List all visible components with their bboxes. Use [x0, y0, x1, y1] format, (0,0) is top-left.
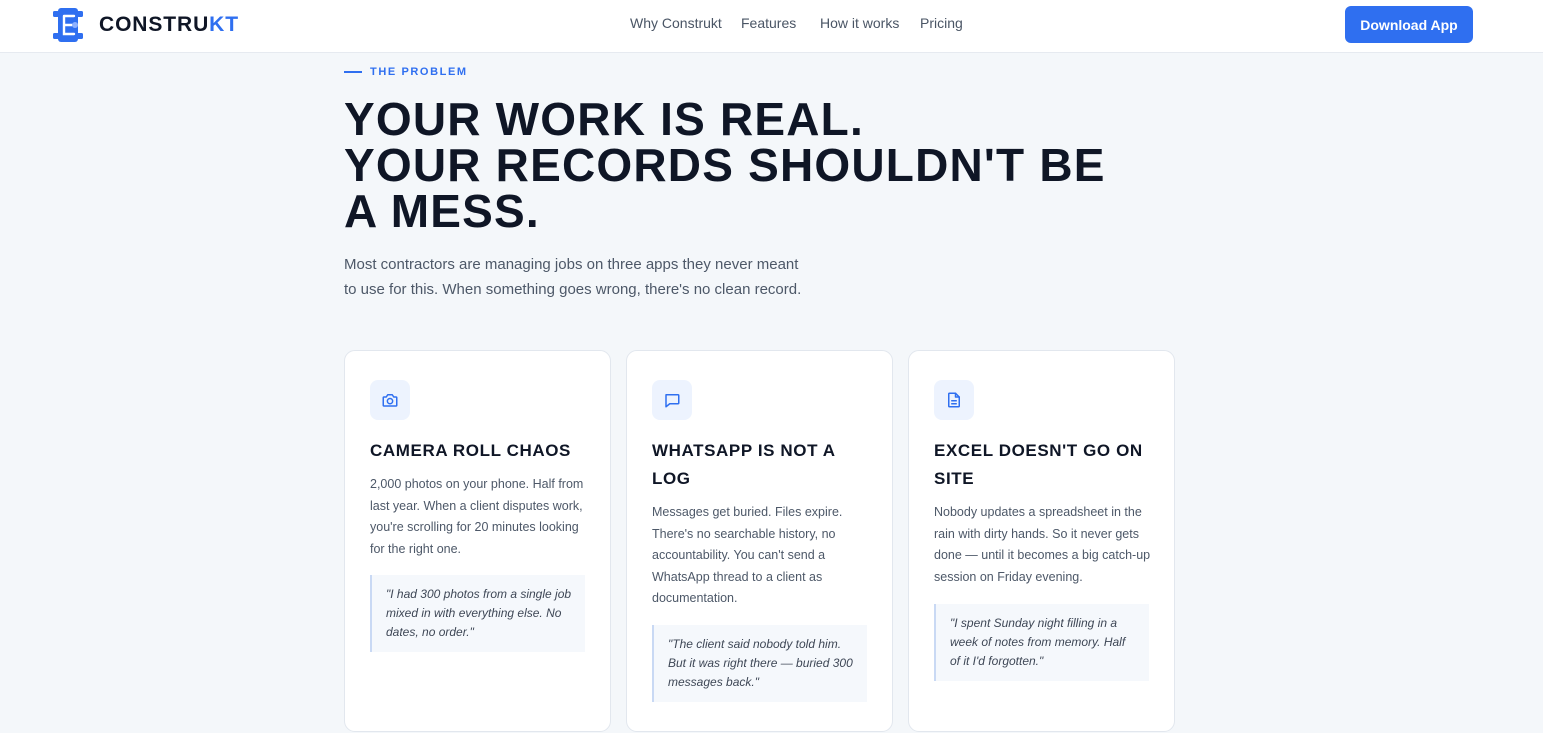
download-app-button[interactable]: Download App [1345, 6, 1473, 43]
headline-line: YOUR WORK IS REAL. [344, 93, 864, 145]
nav-features[interactable]: Features [741, 15, 796, 31]
section-eyebrow: THE PROBLEM [344, 65, 468, 79]
brand-logo[interactable]: CONSTRUKT [50, 5, 239, 45]
problem-card-whatsapp: WHATSAPP IS NOT A LOG Messages get burie… [626, 350, 893, 732]
card-quote: "I had 300 photos from a single job mixe… [370, 575, 585, 652]
section-intro: Most contractors are managing jobs on th… [344, 256, 802, 298]
card-title: CAMERA ROLL CHAOS [370, 441, 571, 460]
document-icon [948, 392, 960, 408]
card-icon-box [370, 380, 410, 420]
problem-card-camera: CAMERA ROLL CHAOS 2,000 photos on your p… [344, 350, 611, 732]
card-icon-box [652, 380, 692, 420]
brand-name: CONSTRUKT [99, 13, 239, 36]
camera-icon [382, 394, 398, 407]
construkt-logo-icon [53, 8, 83, 42]
nav-how-it-works[interactable]: How it works [820, 15, 899, 31]
eyebrow-label: THE PROBLEM [370, 66, 468, 78]
headline-line: A MESS. [344, 185, 540, 237]
nav-pricing[interactable]: Pricing [920, 15, 963, 31]
card-title: EXCEL DOESN'T GO ON SITE [934, 441, 1143, 488]
section-headline: YOUR WORK IS REAL. YOUR RECORDS SHOULDN'… [344, 96, 1204, 234]
nav-why-construkt[interactable]: Why Construkt [630, 15, 722, 31]
card-quote: "I spent Sunday night filling in a week … [934, 604, 1149, 681]
card-body: Messages get buried. Files expire. There… [652, 505, 843, 605]
card-icon-box [934, 380, 974, 420]
site-header: CONSTRUKT Why Construkt Features How it … [0, 0, 1543, 53]
card-title: WHATSAPP IS NOT A LOG [652, 441, 836, 488]
card-body: Nobody updates a spreadsheet in the rain… [934, 505, 1151, 584]
card-body: 2,000 photos on your phone. Half from la… [370, 477, 584, 556]
card-quote: "The client said nobody told him. But it… [652, 625, 867, 702]
message-icon [665, 394, 680, 408]
headline-line: YOUR RECORDS SHOULDN'T BE [344, 139, 1106, 191]
problem-card-excel: EXCEL DOESN'T GO ON SITE Nobody updates … [908, 350, 1175, 732]
eyebrow-rule [344, 71, 362, 73]
